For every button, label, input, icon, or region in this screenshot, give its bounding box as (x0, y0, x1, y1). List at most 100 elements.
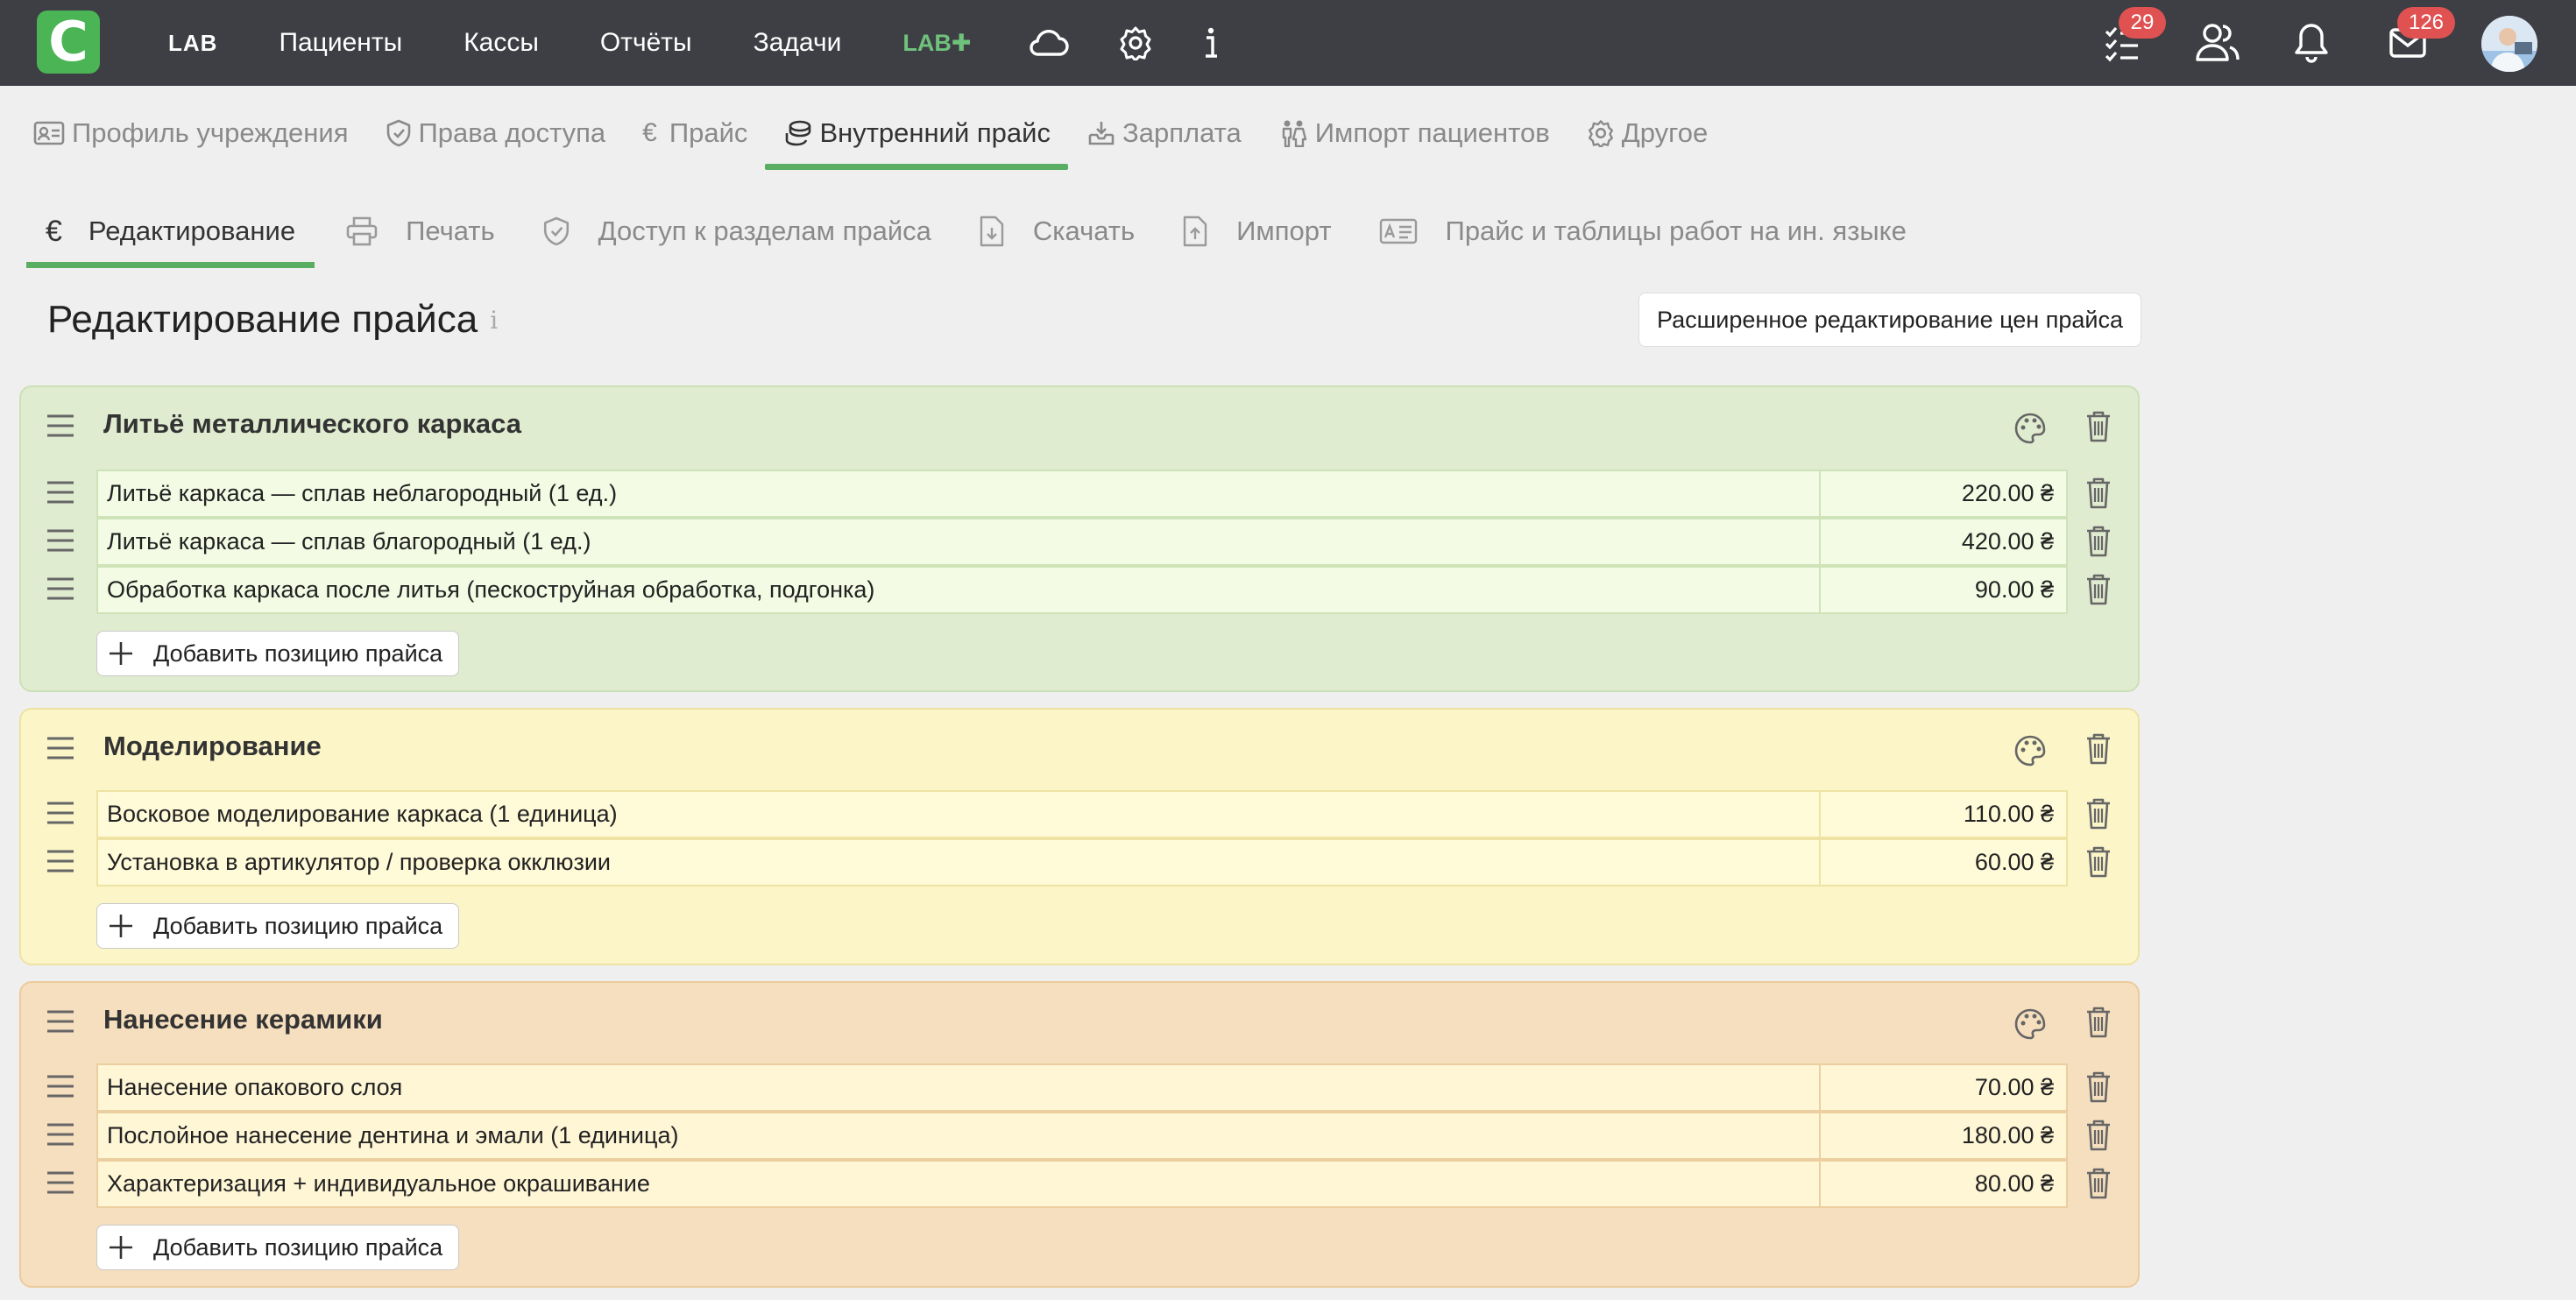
drag-handle-icon[interactable] (46, 528, 75, 553)
avatar[interactable] (2481, 16, 2537, 72)
price-item-name[interactable]: Литьё каркаса — сплав благородный (1 ед.… (96, 518, 1821, 566)
tab-institution-profile[interactable]: Профиль учреждения (33, 96, 349, 170)
tab-other[interactable]: Другое (1587, 96, 1708, 170)
tab-foreign-language[interactable]: Прайс и таблицы работ на ин. языке (1360, 194, 1926, 268)
tab-import-patients[interactable]: Импорт пациентов (1278, 96, 1550, 170)
price-group: Литьё металлического каркаса Литьё карка… (19, 385, 2140, 692)
drag-handle-icon[interactable] (46, 801, 75, 825)
shield-icon (386, 119, 412, 147)
drag-handle-icon[interactable] (46, 1170, 75, 1195)
delete-item-trash-icon[interactable] (2085, 573, 2112, 606)
drag-handle-icon[interactable] (46, 1122, 75, 1147)
users-icon[interactable] (2195, 21, 2240, 63)
delete-item-trash-icon[interactable] (2085, 1119, 2112, 1152)
drag-handle-icon[interactable] (46, 1009, 75, 1034)
nav-cash[interactable]: Кассы (464, 28, 539, 58)
group-title[interactable]: Моделирование (103, 731, 322, 762)
price-item-row: Обработка каркаса после литья (пескостру… (96, 566, 2068, 614)
main-nav: LAB Пациенты Кассы Отчёты Задачи LAB✚ (168, 0, 1269, 86)
plus-icon (108, 640, 134, 667)
price-item-row: Литьё каркаса — сплав благородный (1 ед.… (96, 518, 2068, 566)
euro-icon: € (46, 214, 62, 248)
tab-import[interactable]: Импорт (1163, 194, 1350, 268)
nav-tasks[interactable]: Задачи (754, 28, 842, 58)
nav-reports[interactable]: Отчёты (600, 28, 692, 58)
drag-handle-icon[interactable] (46, 1074, 75, 1099)
price-item-row: Литьё каркаса — сплав неблагородный (1 е… (96, 470, 2068, 518)
add-price-item-button[interactable]: Добавить позицию прайса (96, 903, 460, 949)
price-item-price[interactable]: 110.00 ₴ (1821, 790, 2068, 838)
bell-icon[interactable] (2294, 21, 2329, 63)
price-item-row: Характеризация + индивидуальное окрашива… (96, 1160, 2068, 1208)
price-item-name[interactable]: Характеризация + индивидуальное окрашива… (96, 1160, 1821, 1208)
drag-handle-icon[interactable] (46, 576, 75, 601)
info-icon[interactable] (1202, 25, 1220, 60)
plus-icon (108, 1234, 134, 1261)
group-title[interactable]: Литьё металлического каркаса (103, 408, 521, 440)
price-item-row: Восковое моделирование каркаса (1 единиц… (96, 790, 2068, 838)
price-group: Нанесение керамики Нанесение опакового с… (19, 981, 2140, 1288)
palette-icon[interactable] (2013, 734, 2047, 767)
tab-salary[interactable]: Зарплата (1087, 96, 1242, 170)
printer-icon (346, 216, 378, 246)
price-item-price[interactable]: 80.00 ₴ (1821, 1160, 2068, 1208)
tab-price[interactable]: € Прайс (642, 96, 747, 170)
tab-internal-price[interactable]: Внутренний прайс (765, 96, 1068, 170)
delete-item-trash-icon[interactable] (2085, 845, 2112, 879)
nav-lab[interactable]: LAB (168, 30, 217, 57)
delete-item-trash-icon[interactable] (2085, 1167, 2112, 1200)
palette-icon[interactable] (2013, 412, 2047, 445)
nav-lab-plus[interactable]: LAB✚ (902, 30, 971, 57)
price-item-name[interactable]: Установка в артикулятор / проверка окклю… (96, 838, 1821, 887)
price-item-price[interactable]: 180.00 ₴ (1821, 1112, 2068, 1160)
add-price-item-button[interactable]: Добавить позицию прайса (96, 631, 460, 676)
delete-item-trash-icon[interactable] (2085, 477, 2112, 510)
price-item-price[interactable]: 60.00 ₴ (1821, 838, 2068, 887)
tab-section-access[interactable]: Доступ к разделам прайса (523, 194, 951, 268)
app-logo[interactable]: C (37, 11, 100, 74)
add-price-item-button[interactable]: Добавить позицию прайса (96, 1225, 460, 1270)
language-card-icon (1379, 218, 1418, 244)
drag-handle-icon[interactable] (46, 736, 75, 760)
price-item-price[interactable]: 420.00 ₴ (1821, 518, 2068, 566)
mail-badge: 126 (2397, 7, 2455, 39)
delete-group-trash-icon[interactable] (2085, 732, 2112, 766)
price-subtabs: € Редактирование Печать Доступ к раздела… (26, 194, 1926, 268)
price-item-row: Установка в артикулятор / проверка окклю… (96, 838, 2068, 887)
price-item-name[interactable]: Литьё каркаса — сплав неблагородный (1 е… (96, 470, 1821, 518)
price-item-price[interactable]: 90.00 ₴ (1821, 566, 2068, 614)
drag-handle-icon[interactable] (46, 849, 75, 873)
delete-item-trash-icon[interactable] (2085, 1070, 2112, 1104)
euro-icon: € (642, 118, 657, 147)
tasks-checklist-icon[interactable]: 29 (2103, 7, 2166, 65)
delete-item-trash-icon[interactable] (2085, 797, 2112, 830)
advanced-edit-button[interactable]: Расширенное редактирование цен прайса (1638, 293, 2141, 347)
delete-group-trash-icon[interactable] (2085, 1006, 2112, 1039)
gear-icon (1587, 119, 1615, 147)
tab-print[interactable]: Печать (327, 194, 514, 268)
tab-download[interactable]: Скачать (959, 194, 1154, 268)
shield-check-icon (542, 215, 570, 247)
plus-icon (108, 913, 134, 939)
tab-access-rights[interactable]: Права доступа (386, 96, 605, 170)
price-item-price[interactable]: 220.00 ₴ (1821, 470, 2068, 518)
nav-patients[interactable]: Пациенты (279, 28, 402, 58)
price-item-name[interactable]: Нанесение опакового слоя (96, 1063, 1821, 1112)
price-item-name[interactable]: Послойное нанесение дентина и эмали (1 е… (96, 1112, 1821, 1160)
delete-item-trash-icon[interactable] (2085, 525, 2112, 558)
drag-handle-icon[interactable] (46, 413, 75, 438)
drag-handle-icon[interactable] (46, 480, 75, 505)
price-item-name[interactable]: Восковое моделирование каркаса (1 единиц… (96, 790, 1821, 838)
price-item-price[interactable]: 70.00 ₴ (1821, 1063, 2068, 1112)
tasks-badge: 29 (2119, 7, 2166, 39)
mail-icon[interactable]: 126 (2388, 7, 2455, 63)
delete-group-trash-icon[interactable] (2085, 410, 2112, 443)
palette-icon[interactable] (2013, 1007, 2047, 1041)
price-item-name[interactable]: Обработка каркаса после литья (пескостру… (96, 566, 1821, 614)
info-icon[interactable]: i (490, 306, 498, 335)
cloud-icon[interactable] (1027, 25, 1070, 60)
tab-editing[interactable]: € Редактирование (26, 194, 315, 268)
group-title[interactable]: Нанесение керамики (103, 1004, 383, 1035)
gear-icon[interactable] (1118, 25, 1153, 60)
price-item-row: Нанесение опакового слоя 70.00 ₴ (96, 1063, 2068, 1112)
